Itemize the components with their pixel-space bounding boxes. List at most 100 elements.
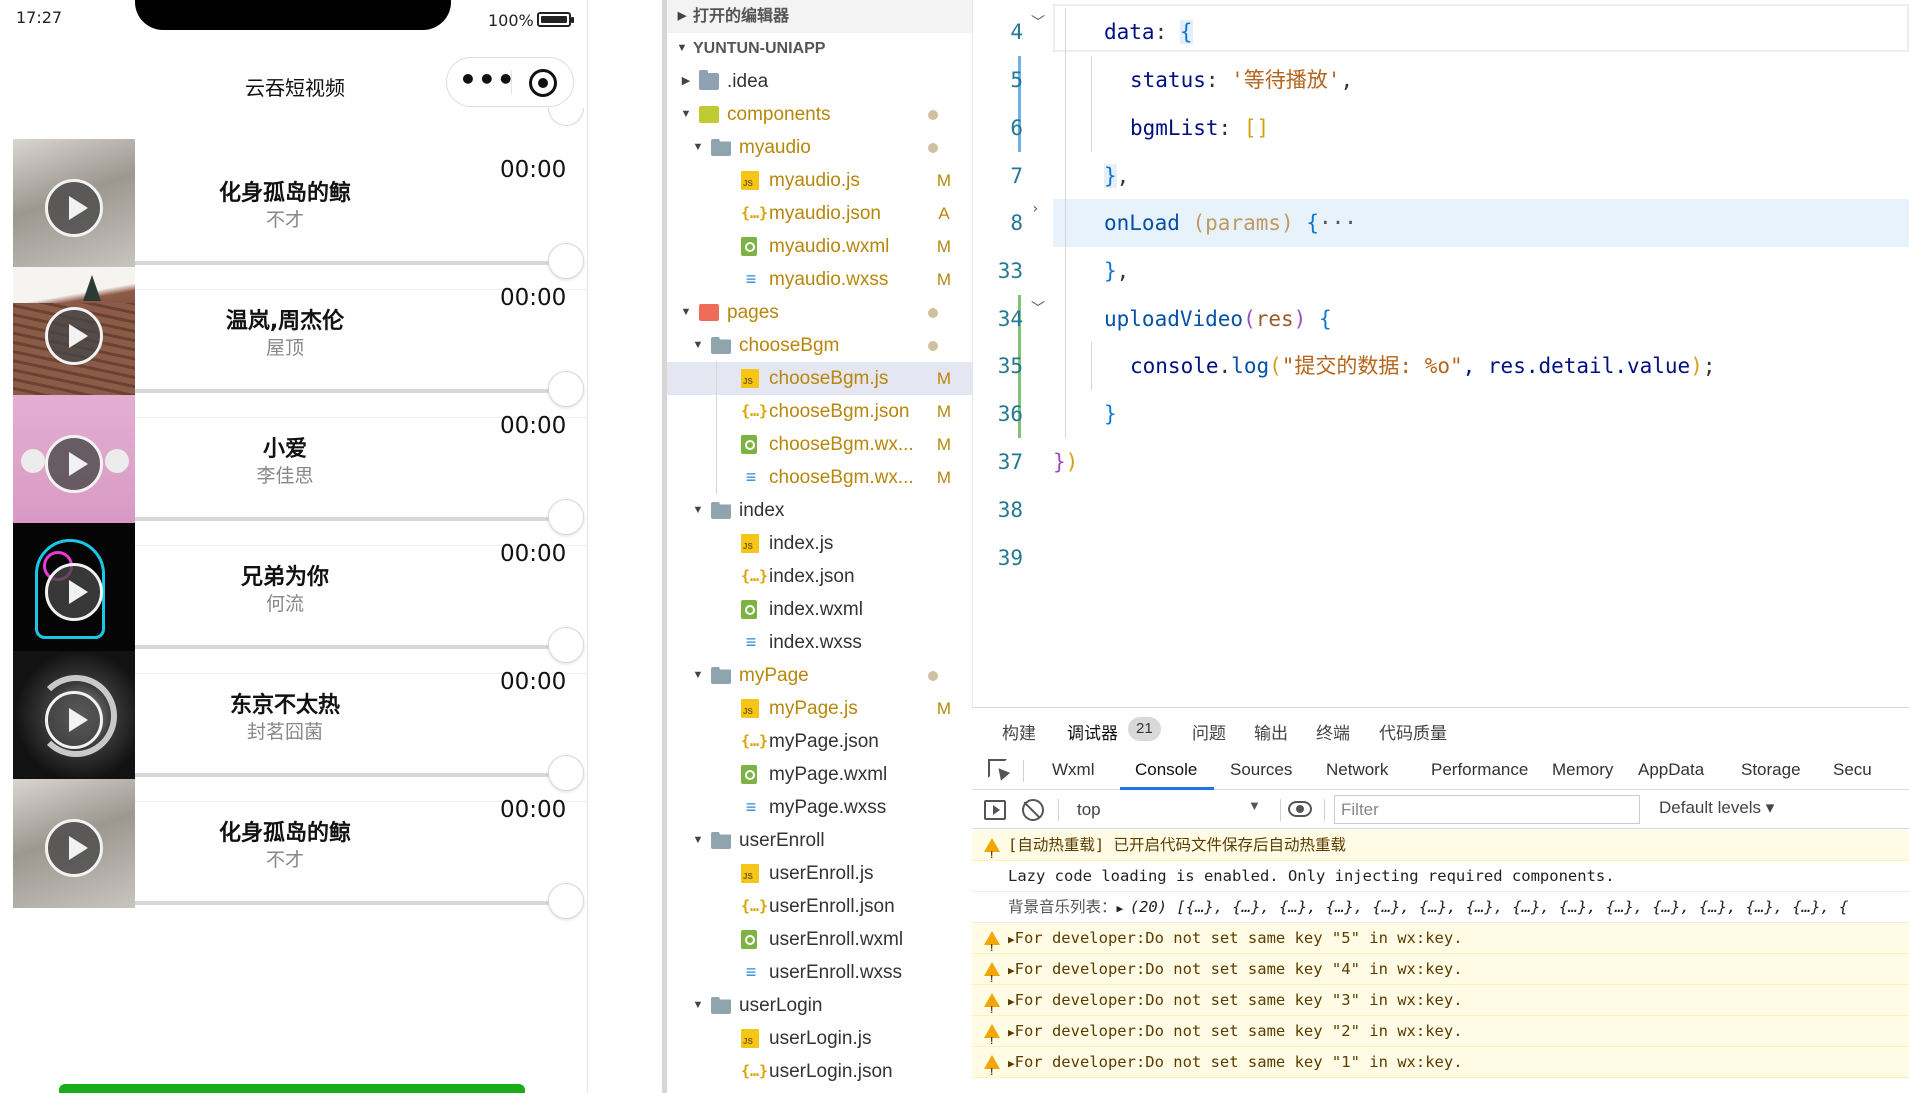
code-editor[interactable]: 4 5 6 7 8 33 34 35 36 37 38 39 ﹀ › ﹀ data: { status… — [972, 0, 1909, 707]
inspect-element-icon[interactable] — [988, 759, 1010, 781]
project-header[interactable]: ▼ YUNTUN-UNIAPP — [667, 32, 972, 65]
battery-icon — [537, 12, 574, 27]
devtab-storage[interactable]: Storage — [1741, 760, 1801, 780]
devtab-wxml[interactable]: Wxml — [1052, 760, 1094, 780]
devtab-appdata[interactable]: AppData — [1638, 760, 1704, 780]
expand-caret-icon[interactable]: ▶ — [1117, 902, 1130, 915]
tab-output[interactable]: 输出 — [1254, 719, 1288, 744]
play-icon[interactable] — [45, 435, 103, 493]
song-item[interactable]: 化身孤岛的鲸 不才 00:00 — [0, 135, 587, 290]
slider-knob[interactable] — [548, 108, 584, 126]
console-warning[interactable]: [自动热重载] 已开启代码文件保存后自动热重载 — [972, 830, 1909, 861]
folder-row[interactable]: ▼ userLogin — [667, 989, 972, 1022]
folder-icon — [699, 70, 719, 90]
more-icon[interactable]: ••• — [459, 60, 515, 104]
chevron-down-icon[interactable]: ﹀ — [1031, 12, 1045, 32]
console-warning[interactable]: ▶For developer:Do not set same key "3" i… — [972, 985, 1909, 1016]
file-row[interactable]: {…} userLogin.json — [667, 1055, 972, 1088]
devtab-sources[interactable]: Sources — [1230, 760, 1292, 780]
devtab-memory[interactable]: Memory — [1552, 760, 1613, 780]
file-row[interactable]: ≡ index.wxss — [667, 626, 972, 659]
console-message[interactable]: Lazy code loading is enabled. Only injec… — [972, 861, 1909, 892]
open-editors-header[interactable]: ▶ 打开的编辑器 — [667, 0, 972, 33]
play-icon[interactable] — [45, 307, 103, 365]
play-icon[interactable] — [45, 563, 103, 621]
file-row[interactable]: userEnroll.wxml — [667, 923, 972, 956]
file-row[interactable]: chooseBgm.wx... M — [667, 428, 972, 461]
devtab-console[interactable]: Console — [1135, 760, 1197, 780]
folder-row[interactable]: ▼ index — [667, 494, 972, 527]
song-time: 00:00 — [500, 157, 567, 183]
wxss-file-icon: ≡ — [745, 632, 757, 652]
devtab-security[interactable]: Secu — [1833, 760, 1872, 780]
song-item[interactable]: 东京不太热 封茗囧菌 00:00 — [0, 647, 587, 802]
song-item[interactable]: 化身孤岛的鲸 不才 00:00 — [0, 775, 587, 919]
console-warning[interactable]: ▶For developer:Do not set same key "4" i… — [972, 954, 1909, 985]
devtab-network[interactable]: Network — [1326, 760, 1388, 780]
clear-console-icon[interactable] — [1022, 799, 1044, 821]
folder-row[interactable]: ▼ userEnroll — [667, 824, 972, 857]
console-message[interactable]: 背景音乐列表：▶ (20) [{…}, {…}, {…}, {…}, {…}, … — [972, 892, 1909, 923]
file-row[interactable]: ≡ myPage.wxss — [667, 791, 972, 824]
play-icon[interactable] — [45, 179, 103, 237]
play-icon[interactable] — [45, 819, 103, 877]
file-row[interactable]: {…} myaudio.json A — [667, 197, 972, 230]
folder-row[interactable]: ▼ pages — [667, 296, 972, 329]
expand-caret-icon[interactable]: ▶ — [1008, 1057, 1015, 1070]
tab-problems[interactable]: 问题 — [1192, 719, 1226, 744]
expand-caret-icon[interactable]: ▶ — [1008, 995, 1015, 1008]
file-row[interactable]: JS myPage.js M — [667, 692, 972, 725]
file-row[interactable]: JS chooseBgm.js M — [667, 362, 972, 395]
line-number: 34 — [997, 307, 1023, 331]
song-item[interactable]: 小爱 李佳思 00:00 — [0, 391, 587, 546]
context-select[interactable]: top — [1067, 796, 1277, 823]
file-row[interactable]: JS userEnroll.js — [667, 857, 972, 890]
close-miniprogram-icon[interactable] — [529, 69, 557, 97]
console-warning[interactable]: ▶For developer:Do not set same key "1" i… — [972, 1047, 1909, 1078]
expand-caret-icon[interactable]: ▶ — [1008, 1026, 1015, 1039]
folder-row[interactable]: ▼ myPage — [667, 659, 972, 692]
tab-terminal[interactable]: 终端 — [1316, 719, 1350, 744]
file-row[interactable]: myaudio.wxml M — [667, 230, 972, 263]
folder-row[interactable]: ▼ myaudio — [667, 131, 972, 164]
tab-code-quality[interactable]: 代码质量 — [1379, 719, 1447, 744]
expand-caret-icon[interactable]: ▶ — [1008, 933, 1015, 946]
slider-knob[interactable] — [548, 883, 584, 919]
play-icon[interactable] — [45, 691, 103, 749]
devtab-performance[interactable]: Performance — [1431, 760, 1528, 780]
folder-row[interactable]: ▼ components — [667, 98, 972, 131]
folder-row[interactable]: ▼ chooseBgm — [667, 329, 972, 362]
chevron-down-icon[interactable]: ﹀ — [1031, 298, 1045, 318]
expand-caret-icon[interactable]: ▶ — [1008, 964, 1015, 977]
console-warning[interactable]: ▶For developer:Do not set same key "2" i… — [972, 1016, 1909, 1047]
console-warning[interactable]: ▶For developer:Do not set same key "5" i… — [972, 923, 1909, 954]
upload-button[interactable] — [59, 1084, 525, 1093]
sidebar-toggle-icon[interactable] — [984, 800, 1006, 820]
log-levels-select[interactable]: Default levels ▾ — [1659, 798, 1774, 818]
folder-row[interactable]: ▶ .idea — [667, 65, 972, 98]
token: , — [1116, 164, 1130, 188]
file-row[interactable]: index.wxml — [667, 593, 972, 626]
eye-icon[interactable] — [1288, 801, 1312, 817]
file-row[interactable]: {…} myPage.json — [667, 725, 972, 758]
file-label: myaudio.wxss — [769, 269, 889, 290]
file-row[interactable]: JS index.js — [667, 527, 972, 560]
song-item[interactable]: 兄弟为你 何流 00:00 — [0, 519, 587, 674]
file-row[interactable]: ≡ chooseBgm.wx... M — [667, 461, 972, 494]
chevron-right-icon[interactable]: › — [1031, 201, 1039, 217]
console-object[interactable]: (20) [{…}, {…}, {…}, {…}, {…}, {…}, {…},… — [1130, 898, 1849, 916]
file-row[interactable]: myPage.wxml — [667, 758, 972, 791]
file-row[interactable]: JS myaudio.js M — [667, 164, 972, 197]
file-row[interactable]: {…} index.json — [667, 560, 972, 593]
file-row[interactable]: {…} userEnroll.json — [667, 890, 972, 923]
file-row[interactable]: ≡ userEnroll.wxss — [667, 956, 972, 989]
git-status-badge: M — [936, 270, 952, 289]
tab-debugger[interactable]: 调试器 — [1067, 719, 1118, 744]
file-row[interactable]: JS userLogin.js — [667, 1022, 972, 1055]
song-item[interactable]: 温岚,周杰伦 屋顶 00:00 — [0, 263, 587, 418]
tab-build[interactable]: 构建 — [1002, 719, 1036, 744]
song-progress-track[interactable] — [135, 901, 550, 905]
file-row[interactable]: ≡ myaudio.wxss M — [667, 263, 972, 296]
filter-input[interactable]: Filter — [1334, 795, 1640, 824]
file-row[interactable]: {…} chooseBgm.json M — [667, 395, 972, 428]
